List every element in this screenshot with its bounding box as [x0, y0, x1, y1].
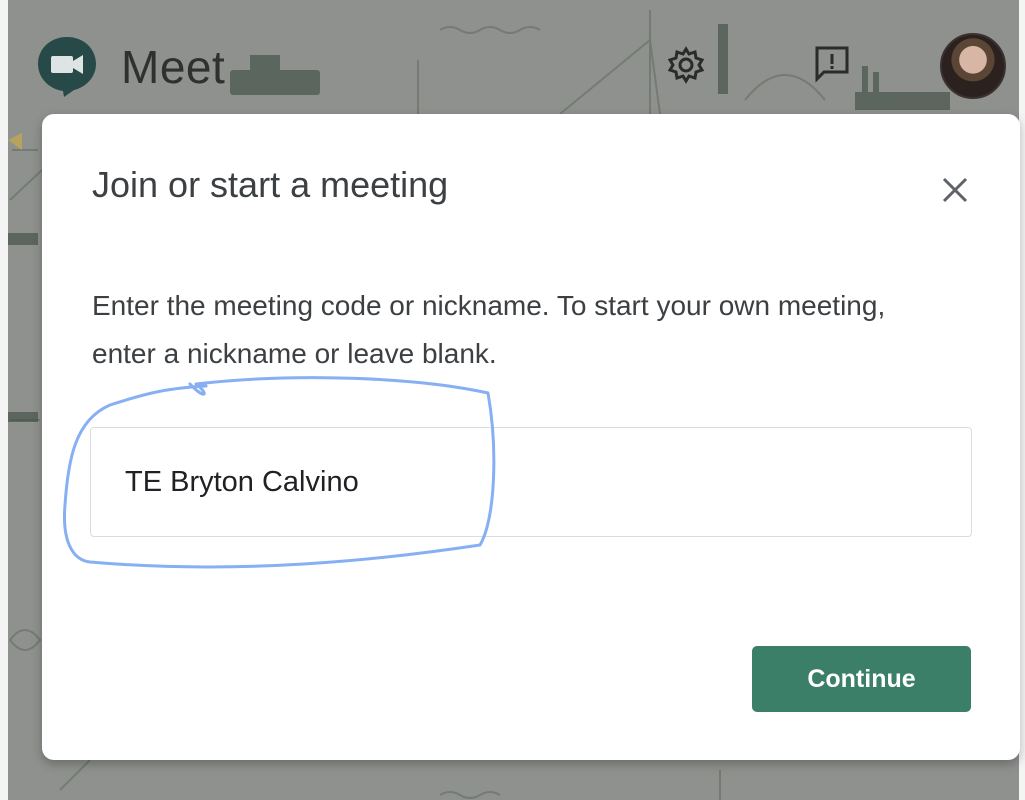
join-meeting-dialog: Join or start a meeting Enter the meetin…	[42, 114, 1020, 760]
app-title: Meet	[121, 41, 226, 93]
close-icon	[942, 177, 968, 203]
feedback-icon[interactable]	[812, 44, 852, 84]
close-button[interactable]	[935, 170, 975, 210]
dialog-description: Enter the meeting code or nickname. To s…	[92, 290, 886, 369]
account-avatar[interactable]	[940, 33, 1006, 99]
meeting-code-input[interactable]	[90, 427, 972, 537]
gear-icon[interactable]	[666, 45, 706, 85]
flag-decoration	[8, 133, 22, 150]
dialog-title: Join or start a meeting	[92, 164, 449, 205]
continue-button[interactable]: Continue	[752, 646, 971, 712]
meet-logo-icon	[38, 37, 96, 97]
